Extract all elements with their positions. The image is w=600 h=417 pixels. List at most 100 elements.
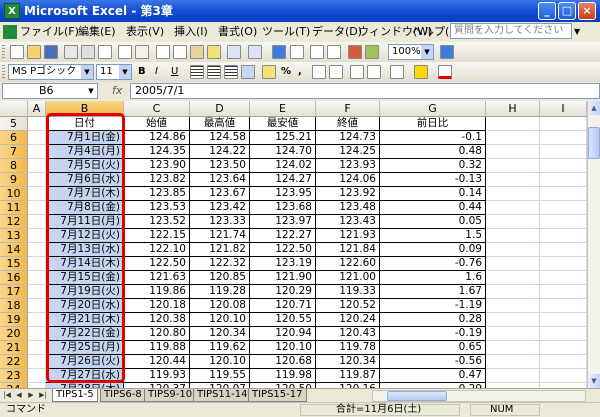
grid-cell[interactable] xyxy=(486,201,540,215)
row-header[interactable]: 22 xyxy=(0,355,28,369)
grid-cell[interactable] xyxy=(486,215,540,229)
hyperlink-icon[interactable] xyxy=(272,45,286,59)
value-cell[interactable]: 0.09 xyxy=(380,243,486,257)
value-cell[interactable]: 120.29 xyxy=(250,285,316,299)
menu-data[interactable]: データ(D) xyxy=(312,25,362,39)
date-cell[interactable]: 7月6日(水) xyxy=(46,173,124,187)
save-icon[interactable] xyxy=(44,45,58,59)
minimize-button[interactable]: _ xyxy=(538,2,556,20)
horizontal-scroll-thumb[interactable] xyxy=(387,391,447,401)
zoom-dropdown-icon[interactable]: ▼ xyxy=(421,45,433,59)
date-cell[interactable]: 7月14日(木) xyxy=(46,257,124,271)
value-cell[interactable]: 123.90 xyxy=(124,159,190,173)
value-cell[interactable]: 122.50 xyxy=(124,257,190,271)
menu-file[interactable]: ファイル(F) xyxy=(20,25,79,39)
value-cell[interactable]: 120.94 xyxy=(250,327,316,341)
value-cell[interactable]: 123.95 xyxy=(250,187,316,201)
value-cell[interactable]: 122.10 xyxy=(124,243,190,257)
date-cell[interactable]: 7月1日(金) xyxy=(46,131,124,145)
sheet-tab-tips9-10[interactable]: TIPS9-10 xyxy=(144,389,197,402)
grid-cell[interactable] xyxy=(540,173,587,187)
row-header[interactable]: 21 xyxy=(0,341,28,355)
grid-cell[interactable] xyxy=(540,215,587,229)
vertical-scrollbar[interactable]: ▲ ▼ xyxy=(587,101,600,388)
paste-icon[interactable] xyxy=(190,45,204,59)
column-header-e[interactable]: E xyxy=(250,101,316,117)
fill-color-icon[interactable] xyxy=(414,65,428,79)
grid-cell[interactable] xyxy=(486,257,540,271)
value-cell[interactable]: -0.76 xyxy=(380,257,486,271)
value-cell[interactable]: 120.10 xyxy=(250,341,316,355)
column-header-c[interactable]: C xyxy=(124,101,190,117)
grid-cell[interactable] xyxy=(540,299,587,313)
name-box[interactable]: B6 ▼ xyxy=(2,83,98,99)
value-cell[interactable]: 123.52 xyxy=(124,215,190,229)
date-cell[interactable]: 7月25日(月) xyxy=(46,341,124,355)
table-header-cell[interactable]: 最高値 xyxy=(190,117,250,131)
date-cell[interactable]: 7月5日(火) xyxy=(46,159,124,173)
value-cell[interactable]: 124.86 xyxy=(124,131,190,145)
value-cell[interactable]: 124.73 xyxy=(316,131,380,145)
value-cell[interactable]: 0.32 xyxy=(380,159,486,173)
sort-descending-icon[interactable] xyxy=(327,45,341,59)
grid-cell[interactable] xyxy=(486,299,540,313)
grid-cell[interactable] xyxy=(486,145,540,159)
value-cell[interactable]: 119.87 xyxy=(316,369,380,383)
value-cell[interactable]: 123.64 xyxy=(190,173,250,187)
value-cell[interactable]: 121.93 xyxy=(316,229,380,243)
value-cell[interactable]: 122.50 xyxy=(250,243,316,257)
row-header[interactable]: 16 xyxy=(0,271,28,285)
value-cell[interactable]: 123.93 xyxy=(316,159,380,173)
column-header-g[interactable]: G xyxy=(380,101,486,117)
grid-cell[interactable] xyxy=(28,369,46,383)
grid-cell[interactable] xyxy=(486,117,540,131)
grid-cell[interactable] xyxy=(486,341,540,355)
increase-decimal-icon[interactable] xyxy=(312,65,326,79)
column-header-a[interactable]: A xyxy=(28,101,46,117)
row-header[interactable]: 12 xyxy=(0,215,28,229)
horizontal-scrollbar[interactable] xyxy=(372,390,586,402)
sheet-tab-tips6-8[interactable]: TIPS6-8 xyxy=(100,389,146,402)
value-cell[interactable]: 119.28 xyxy=(190,285,250,299)
increase-indent-icon[interactable] xyxy=(367,65,381,79)
sheet-tab-tips1-5[interactable]: TIPS1-5 xyxy=(52,389,98,402)
grid-cell[interactable] xyxy=(540,285,587,299)
value-cell[interactable]: 1.6 xyxy=(380,271,486,285)
open-icon[interactable] xyxy=(27,45,41,59)
date-cell[interactable]: 7月27日(水) xyxy=(46,369,124,383)
value-cell[interactable]: 121.90 xyxy=(250,271,316,285)
cut-icon[interactable] xyxy=(156,45,170,59)
formula-input[interactable]: 2005/7/1 xyxy=(130,83,600,99)
grid-cell[interactable] xyxy=(540,131,587,145)
grid-cell[interactable] xyxy=(486,131,540,145)
value-cell[interactable]: 124.22 xyxy=(190,145,250,159)
grid-cell[interactable] xyxy=(28,299,46,313)
align-right-icon[interactable] xyxy=(224,65,238,79)
row-header[interactable]: 14 xyxy=(0,243,28,257)
table-header-cell[interactable]: 終値 xyxy=(316,117,380,131)
value-cell[interactable]: -0.19 xyxy=(380,327,486,341)
value-cell[interactable]: 0.28 xyxy=(380,313,486,327)
value-cell[interactable]: 121.00 xyxy=(316,271,380,285)
value-cell[interactable]: 124.70 xyxy=(250,145,316,159)
value-cell[interactable]: 120.10 xyxy=(190,313,250,327)
grid-cell[interactable] xyxy=(540,313,587,327)
value-cell[interactable]: 120.08 xyxy=(190,299,250,313)
grid-cell[interactable] xyxy=(486,355,540,369)
row-header[interactable]: 19 xyxy=(0,313,28,327)
autosum-icon[interactable] xyxy=(290,45,304,59)
value-cell[interactable]: -0.1 xyxy=(380,131,486,145)
table-header-cell[interactable]: 最安値 xyxy=(250,117,316,131)
value-cell[interactable]: -0.56 xyxy=(380,355,486,369)
grid-cell[interactable] xyxy=(28,145,46,159)
currency-icon[interactable] xyxy=(262,65,276,79)
font-select[interactable]: MS Pゴシック ▼ xyxy=(8,64,94,80)
close-button[interactable]: × xyxy=(578,2,596,20)
column-header-b[interactable]: B xyxy=(46,101,124,117)
grid-cell[interactable] xyxy=(28,355,46,369)
value-cell[interactable]: 120.44 xyxy=(124,355,190,369)
menu-tools[interactable]: ツール(T) xyxy=(262,25,310,39)
decrease-indent-icon[interactable] xyxy=(350,65,364,79)
print-icon[interactable] xyxy=(81,45,95,59)
italic-button[interactable]: I xyxy=(155,65,158,79)
